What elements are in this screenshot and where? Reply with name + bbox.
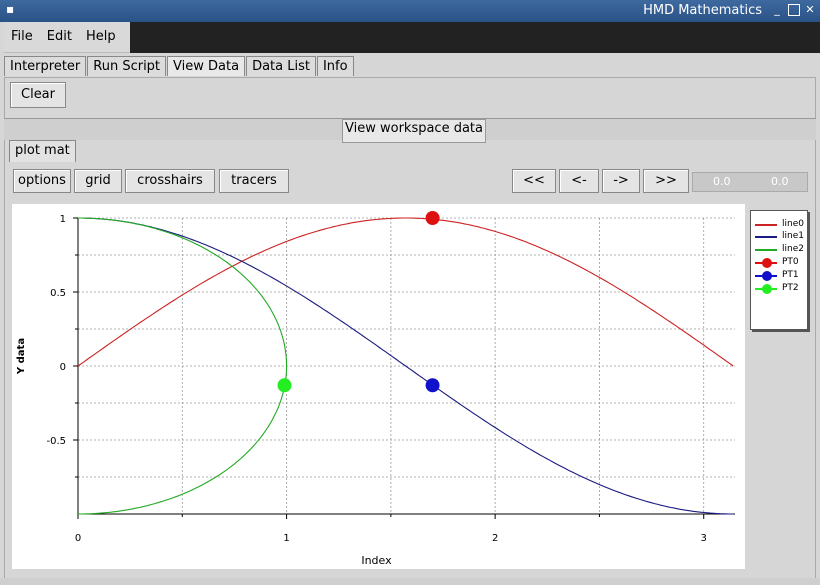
grid-button[interactable]: grid: [74, 169, 122, 193]
y-tick-label: 1: [60, 214, 66, 225]
legend-label: PT1: [782, 270, 799, 280]
y-axis-label: Y data: [16, 338, 27, 375]
bottom-border: [0, 578, 820, 585]
readout-y: 0.0: [771, 175, 789, 188]
tracer-point-pt0: [425, 211, 440, 225]
x-axis-label: Index: [361, 554, 392, 567]
legend-marker: [762, 258, 772, 268]
legend-marker: [762, 271, 772, 281]
first-button[interactable]: <<: [512, 169, 556, 193]
tab-view-data[interactable]: View Data: [167, 56, 246, 76]
tab-plot-mat[interactable]: plot mat: [9, 140, 76, 162]
window-title: HMD Mathematics: [643, 3, 762, 18]
legend-swatch: [755, 249, 777, 251]
maximize-icon[interactable]: [788, 4, 800, 16]
legend-label: PT0: [782, 257, 799, 267]
chart-svg[interactable]: 1 0.5 0 -0.5 0 1 2 3 Index Y data: [12, 204, 745, 569]
legend-label: line0: [782, 219, 804, 229]
menu-edit[interactable]: Edit: [40, 22, 79, 52]
plot-area[interactable]: 1 0.5 0 -0.5 0 1 2 3 Index Y data: [12, 204, 745, 569]
x-tick-label: 0: [75, 533, 81, 544]
workspace-header: View workspace data: [4, 118, 816, 143]
close-icon[interactable]: ✕: [804, 4, 816, 16]
tab-run-script[interactable]: Run Script: [87, 56, 167, 76]
menu-file[interactable]: File: [4, 22, 40, 52]
menu-help[interactable]: Help: [79, 22, 123, 52]
y-tick-label: 0: [60, 362, 66, 373]
tab-info[interactable]: Info: [316, 56, 354, 76]
legend-label: line1: [782, 231, 804, 241]
menu-bar: File Edit Help: [4, 22, 130, 53]
x-tick-label: 1: [283, 533, 289, 544]
tab-interpreter[interactable]: Interpreter: [4, 56, 87, 76]
tracer-point-pt1: [425, 378, 440, 393]
next-button[interactable]: ->: [602, 169, 640, 193]
prev-button[interactable]: <-: [559, 169, 599, 193]
tracers-button[interactable]: tracers: [219, 169, 289, 193]
y-tick-label: -0.5: [46, 436, 66, 447]
legend-swatch: [755, 224, 777, 226]
tab-data-list[interactable]: Data List: [246, 56, 316, 76]
readout-x: 0.0: [713, 175, 731, 188]
y-tick-label: 0.5: [50, 288, 66, 299]
window-menu-icon[interactable]: ▪: [6, 2, 14, 16]
x-tick-label: 3: [701, 533, 707, 544]
x-tick-label: 2: [492, 533, 498, 544]
tracer-point-pt2: [277, 378, 292, 393]
main-tabs: Interpreter Run Script View Data Data Li…: [4, 56, 355, 76]
legend-label: line2: [782, 244, 804, 254]
chart-legend: line0 line1 line2 PT0 PT1 PT2: [750, 210, 808, 330]
crosshairs-button[interactable]: crosshairs: [125, 169, 215, 193]
legend-swatch: [755, 236, 777, 238]
coordinate-readout: 0.0 0.0: [692, 172, 808, 192]
options-button[interactable]: options: [13, 169, 71, 193]
legend-label: PT2: [782, 283, 799, 293]
view-workspace-label: View workspace data: [342, 119, 486, 143]
clear-button[interactable]: Clear: [10, 82, 66, 108]
title-bar: ▪ HMD Mathematics _ ✕: [0, 0, 820, 22]
last-button[interactable]: >>: [643, 169, 689, 193]
menu-bar-filler: [130, 22, 820, 53]
minimize-icon[interactable]: _: [771, 4, 783, 16]
legend-marker: [762, 284, 772, 294]
